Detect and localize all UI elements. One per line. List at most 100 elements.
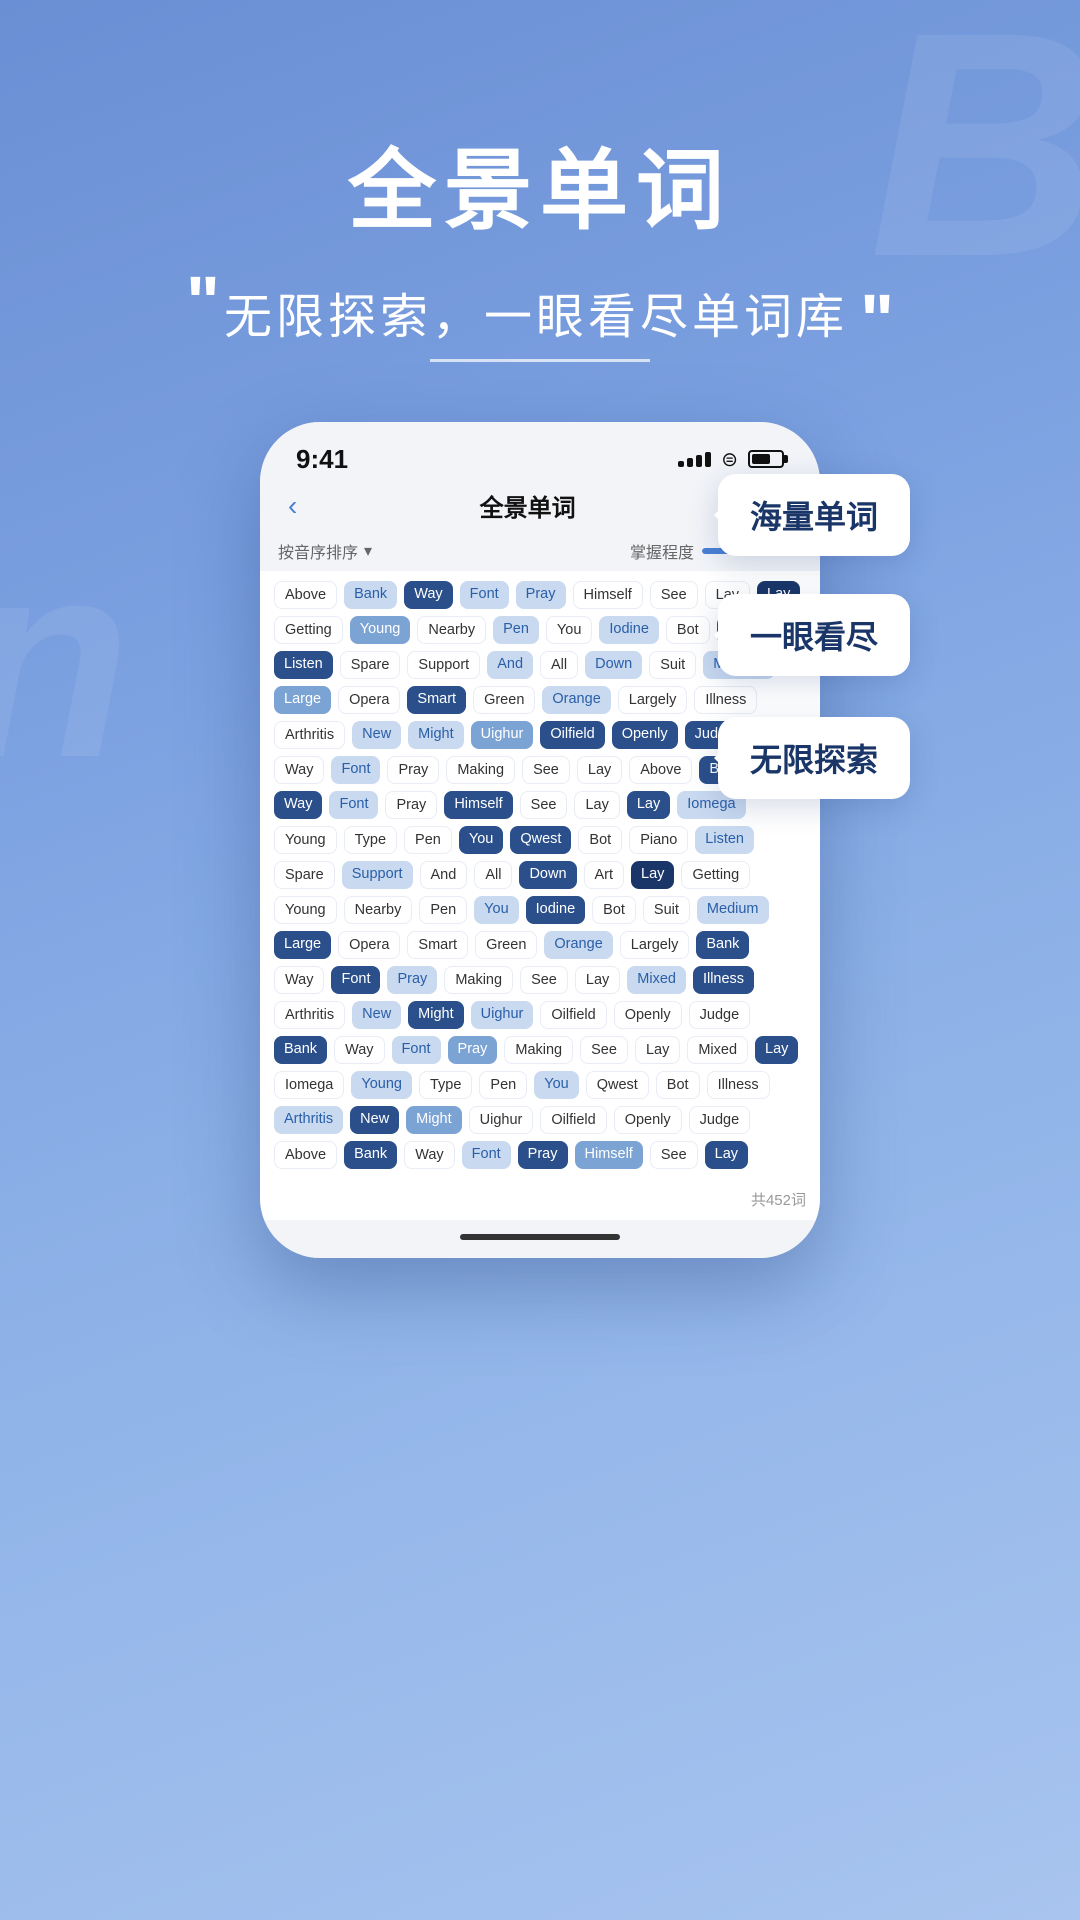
word-chip[interactable]: Oilfield — [540, 1106, 606, 1134]
word-chip[interactable]: Way — [274, 756, 324, 784]
word-chip[interactable]: Bank — [344, 581, 397, 609]
word-chip[interactable]: Making — [504, 1036, 573, 1064]
word-chip[interactable]: Type — [419, 1071, 472, 1099]
word-chip[interactable]: Judge — [689, 1001, 751, 1029]
word-chip[interactable]: Making — [446, 756, 515, 784]
word-chip[interactable]: Suit — [643, 896, 690, 924]
word-chip[interactable]: Way — [404, 581, 452, 609]
word-chip[interactable]: Lay — [631, 861, 674, 889]
word-chip[interactable]: Getting — [681, 861, 750, 889]
word-chip[interactable]: Nearby — [344, 896, 413, 924]
word-chip[interactable]: Might — [406, 1106, 461, 1134]
word-chip[interactable]: New — [352, 721, 401, 749]
sort-filter[interactable]: 按音序排序 ▾ — [278, 539, 372, 563]
word-chip[interactable]: Illness — [694, 686, 757, 714]
word-chip[interactable]: Opera — [338, 686, 400, 714]
word-chip[interactable]: Bot — [592, 896, 636, 924]
word-chip[interactable]: Above — [629, 756, 692, 784]
word-chip[interactable]: Lay — [635, 1036, 680, 1064]
word-chip[interactable]: And — [487, 651, 533, 679]
word-chip[interactable]: Nearby — [417, 616, 486, 644]
word-chip[interactable]: Type — [344, 826, 397, 854]
word-chip[interactable]: Spare — [274, 861, 335, 889]
word-chip[interactable]: Qwest — [510, 826, 571, 854]
word-chip[interactable]: Suit — [649, 651, 696, 679]
word-chip[interactable]: Lay — [575, 966, 620, 994]
word-chip[interactable]: Pray — [385, 791, 437, 819]
word-chip[interactable]: Bot — [578, 826, 622, 854]
word-chip[interactable]: New — [352, 1001, 401, 1029]
word-chip[interactable]: Listen — [274, 651, 333, 679]
word-chip[interactable]: Way — [404, 1141, 454, 1169]
word-chip[interactable]: Iodine — [526, 896, 586, 924]
word-chip[interactable]: See — [650, 1141, 698, 1169]
word-chip[interactable]: Way — [334, 1036, 384, 1064]
word-chip[interactable]: Large — [274, 931, 331, 959]
word-chip[interactable]: Opera — [338, 931, 400, 959]
word-chip[interactable]: Pray — [448, 1036, 498, 1064]
word-chip[interactable]: Young — [351, 1071, 412, 1099]
word-chip[interactable]: Large — [274, 686, 331, 714]
word-chip[interactable]: Himself — [573, 581, 643, 609]
word-chip[interactable]: See — [520, 791, 568, 819]
word-chip[interactable]: Font — [460, 581, 509, 609]
word-chip[interactable]: Young — [350, 616, 411, 644]
word-chip[interactable]: Pen — [419, 896, 467, 924]
word-chip[interactable]: Judge — [689, 1106, 751, 1134]
word-chip[interactable]: Piano — [629, 826, 688, 854]
word-chip[interactable]: Iodine — [599, 616, 659, 644]
word-chip[interactable]: And — [420, 861, 468, 889]
word-chip[interactable]: Orange — [542, 686, 610, 714]
word-chip[interactable]: Art — [584, 861, 625, 889]
word-chip[interactable]: Mixed — [627, 966, 686, 994]
word-chip[interactable]: Listen — [695, 826, 754, 854]
word-chip[interactable]: Openly — [612, 721, 678, 749]
word-chip[interactable]: Font — [462, 1141, 511, 1169]
word-chip[interactable]: Might — [408, 1001, 463, 1029]
word-chip[interactable]: Uighur — [469, 1106, 534, 1134]
word-chip[interactable]: Openly — [614, 1001, 682, 1029]
word-chip[interactable]: Openly — [614, 1106, 682, 1134]
word-chip[interactable]: Above — [274, 581, 337, 609]
word-chip[interactable]: All — [540, 651, 578, 679]
word-chip[interactable]: Orange — [544, 931, 612, 959]
word-chip[interactable]: Oilfield — [540, 721, 604, 749]
word-chip[interactable]: You — [534, 1071, 578, 1099]
word-chip[interactable]: Himself — [444, 791, 512, 819]
word-chip[interactable]: New — [350, 1106, 399, 1134]
word-chip[interactable]: See — [522, 756, 570, 784]
word-chip[interactable]: Arthritis — [274, 1001, 345, 1029]
word-chip[interactable]: Oilfield — [540, 1001, 606, 1029]
word-chip[interactable]: Himself — [575, 1141, 643, 1169]
word-chip[interactable]: All — [474, 861, 512, 889]
word-chip[interactable]: Pray — [518, 1141, 568, 1169]
word-chip[interactable]: Pen — [479, 1071, 527, 1099]
word-chip[interactable]: Support — [407, 651, 480, 679]
word-chip[interactable]: Pray — [516, 581, 566, 609]
word-chip[interactable]: Way — [274, 791, 322, 819]
word-chip[interactable]: Young — [274, 826, 337, 854]
word-chip[interactable]: Medium — [697, 896, 769, 924]
word-chip[interactable]: You — [459, 826, 503, 854]
word-chip[interactable]: Bot — [656, 1071, 700, 1099]
word-chip[interactable]: Making — [444, 966, 513, 994]
word-chip[interactable]: Above — [274, 1141, 337, 1169]
word-chip[interactable]: You — [474, 896, 518, 924]
word-chip[interactable]: Smart — [407, 686, 466, 714]
word-chip[interactable]: Young — [274, 896, 337, 924]
word-chip[interactable]: Lay — [705, 1141, 748, 1169]
word-chip[interactable]: Mixed — [687, 1036, 748, 1064]
word-chip[interactable]: Lay — [755, 1036, 798, 1064]
word-chip[interactable]: Might — [408, 721, 463, 749]
word-chip[interactable]: Arthritis — [274, 1106, 343, 1134]
word-chip[interactable]: See — [650, 581, 698, 609]
word-chip[interactable]: Largely — [618, 686, 688, 714]
word-chip[interactable]: Pray — [387, 756, 439, 784]
word-chip[interactable]: Lay — [577, 756, 622, 784]
word-chip[interactable]: Way — [274, 966, 324, 994]
word-chip[interactable]: You — [546, 616, 592, 644]
word-chip[interactable]: Support — [342, 861, 413, 889]
word-chip[interactable]: Font — [392, 1036, 441, 1064]
word-chip[interactable]: Pen — [404, 826, 452, 854]
word-chip[interactable]: Lay — [627, 791, 670, 819]
